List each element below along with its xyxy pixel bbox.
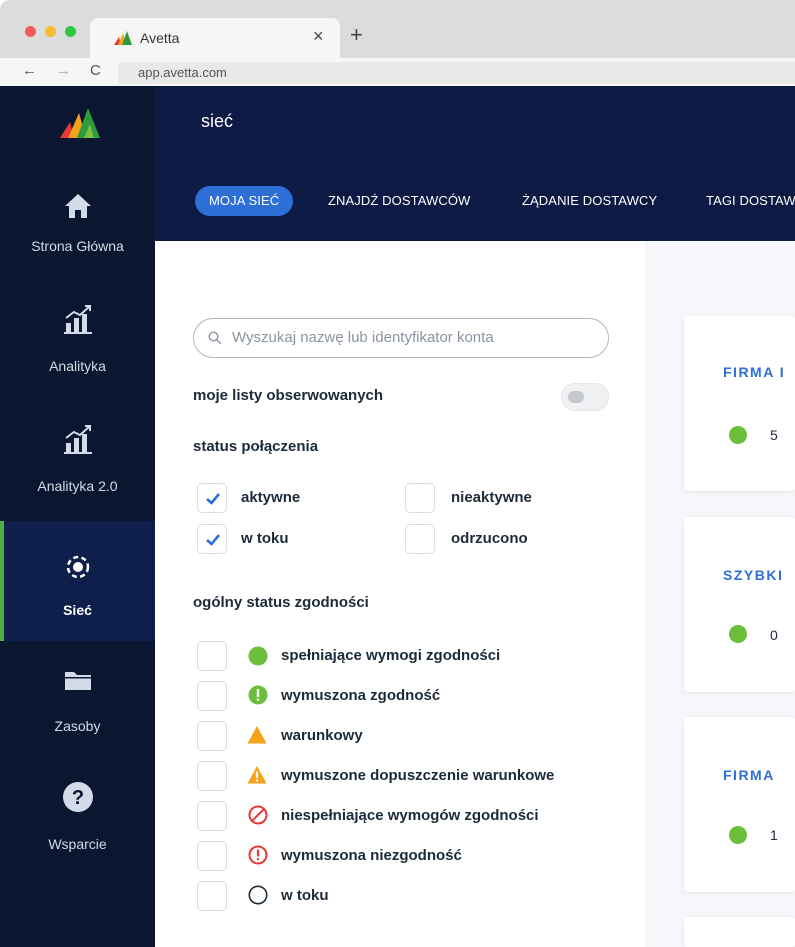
- red-exclamation-icon: [248, 845, 268, 865]
- compliance-status-label: ogólny status zgodności: [193, 594, 369, 611]
- green-exclamation-icon: [248, 685, 268, 705]
- tab-zadanie-dostawcy[interactable]: ŻĄDANIE DOSTAWCY: [522, 186, 657, 216]
- sidebar-item-label: Zasoby: [54, 718, 101, 734]
- sidebar-item-network[interactable]: Sieć: [0, 521, 155, 641]
- sidebar-item-resources[interactable]: Zasoby: [0, 641, 155, 761]
- checkbox-conditional[interactable]: [197, 721, 227, 751]
- card-count: 0: [770, 627, 778, 643]
- checkmark-icon: [206, 534, 220, 546]
- card-count: 1: [770, 827, 778, 843]
- tab-znajdz-dostawcow[interactable]: ZNAJDŹ DOSTAWCÓW: [328, 186, 470, 216]
- close-window-button[interactable]: [25, 26, 36, 37]
- checkbox-label: odrzucono: [451, 530, 528, 547]
- checkbox-forced-non-compliant[interactable]: [197, 841, 227, 871]
- logo-cell: [0, 86, 155, 157]
- green-status-dot: [729, 426, 747, 444]
- checkmark-icon: [206, 493, 220, 505]
- checkbox-label: wymuszona zgodność: [281, 687, 441, 704]
- avetta-logo-icon: [114, 31, 132, 45]
- svg-text:?: ?: [72, 787, 84, 809]
- sidebar-item-analytics[interactable]: Analityka: [0, 277, 155, 397]
- checkbox-forced-conditional[interactable]: [197, 761, 227, 791]
- checkbox-label: nieaktywne: [451, 489, 532, 506]
- red-prohibited-icon: [248, 805, 268, 825]
- card-title: SZYBKI: [723, 567, 784, 583]
- address-bar: ← → C app.avetta.com: [0, 58, 795, 86]
- toggle-knob: [568, 391, 584, 403]
- card-count: 5: [770, 427, 778, 443]
- green-status-dot: [729, 826, 747, 844]
- browser-tab-bar: Avetta × +: [0, 0, 795, 58]
- checkbox-active[interactable]: [197, 483, 227, 513]
- sidebar: Strona Główna Analityka Analityka 2.0 Si…: [0, 157, 155, 947]
- page-title: sieć: [201, 111, 234, 131]
- checkbox-label: warunkowy: [281, 727, 363, 744]
- sidebar-item-home[interactable]: Strona Główna: [0, 157, 155, 277]
- sidebar-item-analytics-2[interactable]: Analityka 2.0: [0, 397, 155, 517]
- close-tab-icon[interactable]: ×: [313, 26, 324, 47]
- checkbox-forced-compliant[interactable]: [197, 681, 227, 711]
- orange-triangle-exclamation-icon: [247, 766, 267, 784]
- tab-tagi-dostawcy[interactable]: TAGI DOSTAW: [706, 186, 795, 216]
- summary-card[interactable]: FIRMA I 5: [684, 316, 795, 491]
- checkbox-label: wymuszona niezgodność: [281, 847, 462, 864]
- browser-tab[interactable]: Avetta ×: [90, 18, 340, 58]
- checkbox-compliance-pending[interactable]: [197, 881, 227, 911]
- folder-icon: [65, 672, 91, 690]
- sidebar-item-support[interactable]: ? Wsparcie: [0, 761, 155, 881]
- empty-circle-icon: [248, 885, 268, 905]
- new-tab-button[interactable]: +: [350, 22, 363, 48]
- checkbox-label: w toku: [281, 887, 329, 904]
- summary-card[interactable]: SZYBKI 0: [684, 517, 795, 692]
- checkbox-pending[interactable]: [197, 524, 227, 554]
- checkbox-label: aktywne: [241, 489, 301, 506]
- orange-triangle-icon: [247, 726, 267, 744]
- card-title: FIRMA I: [723, 364, 786, 380]
- tab-title: Avetta: [140, 30, 180, 46]
- green-circle-icon: [248, 646, 268, 666]
- search-icon: [208, 331, 222, 345]
- card-title: FIRMA: [723, 767, 775, 783]
- sidebar-item-label: Sieć: [63, 602, 92, 618]
- sidebar-item-label: Wsparcie: [48, 836, 107, 852]
- analytics-icon: [64, 305, 92, 334]
- forward-icon[interactable]: →: [56, 62, 71, 79]
- url-field[interactable]: app.avetta.com: [118, 62, 795, 84]
- analytics-icon: [64, 425, 92, 454]
- checkbox-rejected[interactable]: [405, 524, 435, 554]
- app-header: sieć: [0, 86, 795, 157]
- sidebar-item-label: Strona Główna: [31, 238, 124, 254]
- tab-moja-siec[interactable]: MOJA SIEĆ: [195, 186, 294, 216]
- green-status-dot: [729, 625, 747, 643]
- home-icon: [65, 194, 91, 218]
- checkbox-label: niespełniające wymogów zgodności: [281, 807, 539, 824]
- sidebar-item-label: Analityka 2.0: [37, 478, 118, 494]
- checkbox-non-compliant[interactable]: [197, 801, 227, 831]
- connection-status-label: status połączenia: [193, 438, 319, 455]
- avetta-logo-icon[interactable]: [60, 108, 100, 138]
- checkbox-inactive[interactable]: [405, 483, 435, 513]
- checkbox-label: spełniające wymogi zgodności: [281, 647, 501, 664]
- summary-card[interactable]: FIRMA 1: [684, 717, 795, 892]
- top-navigation: MOJA SIEĆ ZNAJDŹ DOSTAWCÓW ŻĄDANIE DOSTA…: [155, 157, 795, 241]
- help-icon: ?: [63, 782, 93, 812]
- reload-icon[interactable]: C: [90, 62, 101, 79]
- watchlist-label: moje listy obserwowanych: [193, 387, 384, 404]
- watchlist-toggle[interactable]: [561, 383, 609, 411]
- search-input[interactable]: Wyszukaj nazwę lub identyfikator konta: [193, 318, 609, 358]
- summary-card[interactable]: [684, 917, 795, 947]
- minimize-window-button[interactable]: [45, 26, 56, 37]
- checkbox-label: w toku: [241, 530, 289, 547]
- sidebar-item-label: Analityka: [49, 358, 106, 374]
- checkbox-label: wymuszone dopuszczenie warunkowe: [281, 767, 555, 784]
- search-placeholder: Wyszukaj nazwę lub identyfikator konta: [232, 329, 494, 346]
- back-icon[interactable]: ←: [22, 62, 37, 79]
- checkbox-compliant[interactable]: [197, 641, 227, 671]
- maximize-window-button[interactable]: [65, 26, 76, 37]
- network-icon: [66, 555, 90, 579]
